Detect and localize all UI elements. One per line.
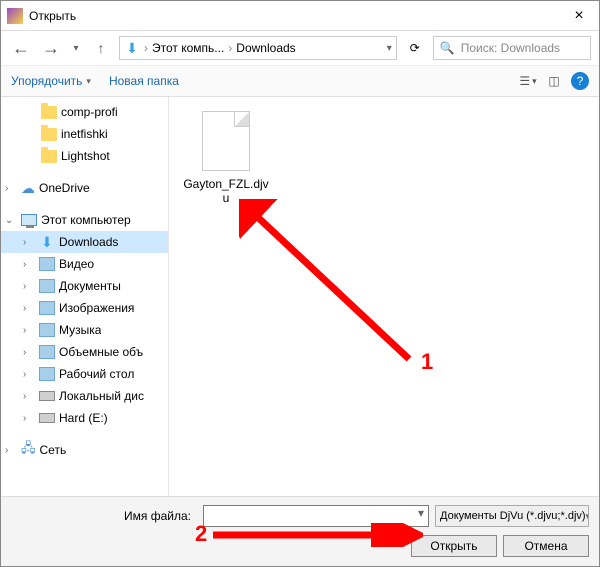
filename-input[interactable]: ▾ (203, 505, 429, 527)
drive-icon (39, 391, 55, 401)
chevron-right-icon: › (140, 41, 152, 55)
window-title: Открыть (29, 9, 559, 23)
chevron-down-icon: ▾ (86, 76, 91, 87)
arrow-right-icon: → (42, 38, 60, 59)
nav-history-button[interactable]: ▾ (69, 36, 83, 60)
chevron-down-icon: ▾ (73, 43, 78, 54)
chevron-right-icon: › (224, 41, 236, 55)
network-icon: 🖧 (21, 439, 36, 461)
chevron-right-icon: › (23, 391, 35, 402)
chevron-right-icon: › (23, 369, 35, 380)
body-area: comp-profi inetfishki Lightshot ›☁OneDri… (1, 97, 599, 496)
sidebar-downloads[interactable]: ›⬇Downloads (1, 231, 168, 253)
breadcrumb[interactable]: ⬇ › Этот компь... › Downloads ▾ (119, 36, 397, 60)
chevron-right-icon: › (23, 237, 35, 248)
refresh-button[interactable]: ⟳ (403, 36, 427, 60)
images-icon (39, 301, 55, 315)
cloud-icon: ☁ (21, 180, 35, 197)
chevron-right-icon: › (23, 259, 35, 270)
sidebar-folder[interactable]: Lightshot (1, 145, 168, 167)
sidebar: comp-profi inetfishki Lightshot ›☁OneDri… (1, 97, 169, 496)
documents-icon (39, 279, 55, 293)
chevron-right-icon: › (23, 413, 35, 424)
nav-back-button[interactable]: ← (9, 36, 33, 60)
sidebar-network[interactable]: ›🖧Сеть (1, 439, 168, 461)
objects-icon (39, 345, 55, 359)
view-options-button[interactable]: ☰▾ (519, 72, 537, 90)
sidebar-onedrive[interactable]: ›☁OneDrive (1, 177, 168, 199)
bottom-panel: Имя файла: ▾ Документы DjVu (*.djvu;*.dj… (1, 496, 599, 566)
folder-icon (41, 150, 57, 163)
search-input[interactable]: 🔍 Поиск: Downloads (433, 36, 591, 60)
folder-icon (41, 106, 57, 119)
search-icon: 🔍 (440, 41, 455, 55)
sidebar-folder[interactable]: inetfishki (1, 123, 168, 145)
cancel-button[interactable]: Отмена (503, 535, 589, 557)
downloads-icon: ⬇ (124, 40, 140, 56)
arrow-up-icon: ↑ (98, 40, 105, 56)
chevron-right-icon: › (23, 281, 35, 292)
preview-pane-button[interactable]: ◫ (545, 72, 563, 90)
annotation-label-2: 2 (195, 521, 207, 547)
chevron-down-icon: ▾ (586, 510, 589, 523)
chevron-right-icon: › (23, 325, 35, 336)
arrow-left-icon: ← (12, 38, 30, 59)
panel-icon: ◫ (548, 74, 559, 88)
chevron-down-icon: ⌄ (5, 215, 17, 226)
pc-icon (21, 214, 37, 226)
sidebar-desktop[interactable]: ›Рабочий стол (1, 363, 168, 385)
file-icon (202, 111, 250, 171)
newfolder-button[interactable]: Новая папка (109, 74, 179, 88)
help-icon: ? (577, 74, 584, 88)
chevron-down-icon: ▾ (532, 76, 537, 87)
search-placeholder: Поиск: Downloads (461, 41, 560, 55)
sidebar-music[interactable]: ›Музыка (1, 319, 168, 341)
chevron-right-icon: › (23, 347, 35, 358)
nav-up-button[interactable]: ↑ (89, 36, 113, 60)
annotation-label-1: 1 (421, 349, 433, 375)
sidebar-folder[interactable]: comp-profi (1, 101, 168, 123)
toolbar: Упорядочить▾ Новая папка ☰▾ ◫ ? (1, 65, 599, 97)
music-icon (39, 323, 55, 337)
breadcrumb-item-pc[interactable]: Этот компь... (152, 41, 224, 55)
titlebar: Открыть × (1, 1, 599, 31)
video-icon (39, 257, 55, 271)
help-button[interactable]: ? (571, 72, 589, 90)
sidebar-harde[interactable]: ›Hard (E:) (1, 407, 168, 429)
file-pane[interactable]: Gayton_FZL.djvu (169, 97, 599, 496)
chevron-down-icon[interactable]: ▾ (387, 43, 392, 54)
close-button[interactable]: × (559, 7, 599, 25)
sidebar-localdisk[interactable]: ›Локальный дис (1, 385, 168, 407)
app-icon (7, 8, 23, 24)
sidebar-thispc[interactable]: ⌄Этот компьютер (1, 209, 168, 231)
chevron-right-icon: › (5, 445, 17, 456)
navbar: ← → ▾ ↑ ⬇ › Этот компь... › Downloads ▾ … (1, 31, 599, 65)
sidebar-documents[interactable]: ›Документы (1, 275, 168, 297)
downloads-icon: ⬇ (39, 234, 55, 250)
desktop-icon (39, 367, 55, 381)
refresh-icon: ⟳ (410, 41, 420, 55)
chevron-down-icon: ▾ (418, 506, 424, 520)
file-item[interactable]: Gayton_FZL.djvu (181, 111, 271, 205)
folder-icon (41, 128, 57, 141)
chevron-right-icon: › (23, 303, 35, 314)
sidebar-images[interactable]: ›Изображения (1, 297, 168, 319)
nav-forward-button[interactable]: → (39, 36, 63, 60)
filetype-filter[interactable]: Документы DjVu (*.djvu;*.djv)▾ (435, 505, 589, 527)
filename-label: Имя файла: (11, 509, 197, 523)
breadcrumb-item-downloads[interactable]: Downloads (236, 41, 295, 55)
view-icon: ☰ (519, 74, 530, 88)
sidebar-3dobjects[interactable]: ›Объемные объ (1, 341, 168, 363)
drive-icon (39, 413, 55, 423)
organize-menu[interactable]: Упорядочить▾ (11, 74, 91, 88)
chevron-right-icon: › (5, 183, 17, 194)
open-button[interactable]: Открыть (411, 535, 497, 557)
sidebar-video[interactable]: ›Видео (1, 253, 168, 275)
file-name-label: Gayton_FZL.djvu (181, 177, 271, 205)
